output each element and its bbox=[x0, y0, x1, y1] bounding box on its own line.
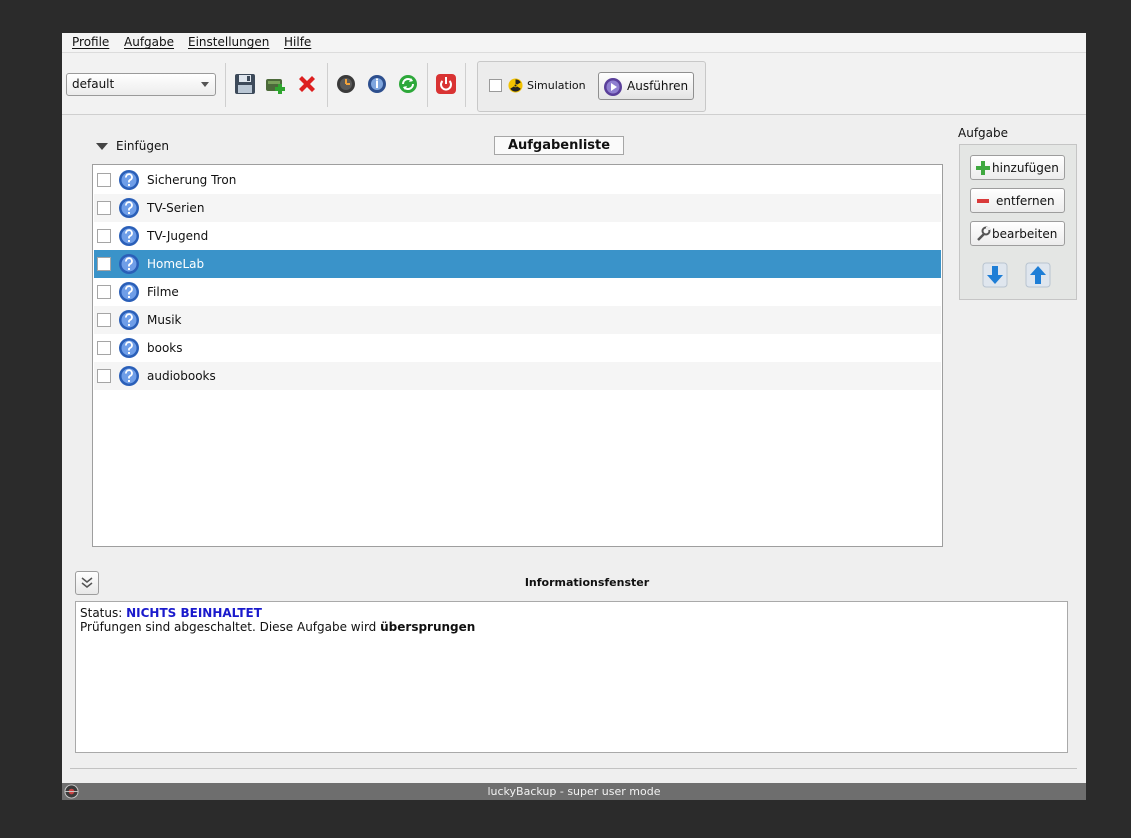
toolbar: default Simulation Ausführen bbox=[62, 53, 1086, 115]
status-value: NICHTS BEINHALTET bbox=[126, 606, 262, 620]
question-icon bbox=[119, 282, 139, 302]
menu-profile[interactable]: Profile bbox=[72, 35, 109, 49]
info-window-title: Informationsfenster bbox=[524, 576, 650, 589]
task-checkbox[interactable] bbox=[97, 341, 111, 355]
task-row[interactable]: TV-Serien bbox=[94, 194, 941, 222]
refresh-icon bbox=[399, 75, 417, 93]
info-message-text: Prüfungen sind abgeschaltet. Diese Aufga… bbox=[80, 620, 377, 634]
window-status-bar: luckyBackup - super user mode bbox=[62, 783, 1086, 800]
info-window: Status: NICHTS BEINHALTET Prüfungen sind… bbox=[75, 601, 1068, 753]
task-label: Filme bbox=[147, 285, 179, 299]
task-label: HomeLab bbox=[147, 257, 205, 271]
divider bbox=[70, 768, 1077, 769]
info-message: Prüfungen sind abgeschaltet. Diese Aufga… bbox=[80, 620, 1063, 634]
plus-icon bbox=[976, 161, 990, 175]
question-icon bbox=[119, 338, 139, 358]
question-icon bbox=[119, 226, 139, 246]
task-label: TV-Serien bbox=[147, 201, 205, 215]
menu-bar: Profile Aufgabe Einstellungen Hilfe bbox=[62, 33, 1086, 53]
question-icon bbox=[119, 254, 139, 274]
task-checkbox[interactable] bbox=[97, 313, 111, 327]
question-icon bbox=[119, 310, 139, 330]
question-icon bbox=[119, 198, 139, 218]
task-label: books bbox=[147, 341, 183, 355]
toolbar-separator bbox=[427, 63, 428, 107]
profile-select-value: default bbox=[72, 77, 115, 91]
question-icon bbox=[119, 170, 139, 190]
save-profile-button[interactable] bbox=[232, 71, 258, 97]
task-row[interactable]: Musik bbox=[94, 306, 941, 334]
task-list[interactable]: Sicherung Tron TV-Serien TV-Jugend HomeLab F… bbox=[92, 164, 943, 547]
new-profile-button[interactable] bbox=[263, 71, 289, 97]
task-row[interactable]: Sicherung Tron bbox=[94, 166, 941, 194]
task-label: TV-Jugend bbox=[147, 229, 209, 243]
toolbar-separator bbox=[465, 63, 466, 107]
task-row[interactable]: TV-Jugend bbox=[94, 222, 941, 250]
task-row[interactable]: Filme bbox=[94, 278, 941, 306]
arrow-up-icon bbox=[1025, 262, 1051, 288]
menu-hilfe[interactable]: Hilfe bbox=[284, 35, 311, 49]
radiation-icon bbox=[508, 78, 523, 93]
task-panel: hinzufügen entfernen bearbeiten bbox=[959, 144, 1077, 300]
refresh-button[interactable] bbox=[395, 71, 421, 97]
run-button[interactable]: Ausführen bbox=[598, 72, 694, 100]
task-row[interactable]: HomeLab bbox=[94, 250, 941, 278]
task-panel-title: Aufgabe bbox=[958, 126, 1009, 140]
delete-profile-button[interactable] bbox=[294, 71, 320, 97]
task-list-title: Aufgabenliste bbox=[494, 136, 624, 155]
window-status-title: luckyBackup - super user mode bbox=[487, 785, 661, 798]
delete-icon bbox=[299, 76, 315, 92]
task-label: audiobooks bbox=[147, 369, 216, 383]
quit-button[interactable] bbox=[433, 71, 459, 97]
add-task-label: hinzufügen bbox=[992, 161, 1059, 175]
profile-select[interactable]: default bbox=[66, 73, 216, 96]
menu-aufgabe[interactable]: Aufgabe bbox=[124, 35, 174, 49]
toolbar-separator bbox=[327, 63, 328, 107]
minus-icon bbox=[977, 199, 989, 203]
toolbar-separator bbox=[225, 63, 226, 107]
task-row[interactable]: books bbox=[94, 334, 941, 362]
task-checkbox[interactable] bbox=[97, 257, 111, 271]
main-window: Profile Aufgabe Einstellungen Hilfe defa… bbox=[62, 33, 1086, 800]
task-checkbox[interactable] bbox=[97, 201, 111, 215]
question-icon bbox=[119, 366, 139, 386]
task-row[interactable]: audiobooks bbox=[94, 362, 941, 390]
new-profile-icon bbox=[266, 79, 285, 94]
status-label: Status: bbox=[80, 606, 123, 620]
move-up-button[interactable] bbox=[1025, 262, 1051, 288]
simulation-group: Simulation Ausführen bbox=[477, 61, 706, 112]
task-label: Sicherung Tron bbox=[147, 173, 237, 187]
run-button-label: Ausführen bbox=[627, 79, 689, 93]
simulation-checkbox[interactable] bbox=[489, 79, 502, 92]
move-down-button[interactable] bbox=[982, 262, 1008, 288]
info-message-emphasis: übersprungen bbox=[380, 620, 476, 634]
task-checkbox[interactable] bbox=[97, 173, 111, 187]
task-checkbox[interactable] bbox=[97, 369, 111, 383]
info-button[interactable] bbox=[364, 71, 390, 97]
task-label: Musik bbox=[147, 313, 182, 327]
insert-label: Einfügen bbox=[116, 139, 169, 153]
arrow-down-icon bbox=[982, 262, 1008, 288]
menu-einstellungen[interactable]: Einstellungen bbox=[188, 35, 269, 49]
schedule-button[interactable] bbox=[333, 71, 359, 97]
remove-task-button[interactable]: entfernen bbox=[970, 188, 1065, 213]
edit-task-label: bearbeiten bbox=[992, 227, 1058, 241]
simulation-label: Simulation bbox=[527, 79, 586, 92]
wrench-icon bbox=[977, 226, 991, 241]
add-task-button[interactable]: hinzufügen bbox=[970, 155, 1065, 180]
clock-icon bbox=[337, 75, 355, 93]
save-icon bbox=[235, 74, 255, 94]
status-line: Status: NICHTS BEINHALTET bbox=[80, 606, 1063, 620]
play-icon bbox=[604, 78, 622, 96]
task-checkbox[interactable] bbox=[97, 285, 111, 299]
task-checkbox[interactable] bbox=[97, 229, 111, 243]
chevron-down-icon bbox=[201, 82, 209, 87]
info-icon bbox=[368, 75, 386, 93]
remove-task-label: entfernen bbox=[996, 194, 1055, 208]
edit-task-button[interactable]: bearbeiten bbox=[970, 221, 1065, 246]
triangle-down-icon bbox=[96, 143, 108, 150]
power-icon bbox=[436, 74, 456, 94]
